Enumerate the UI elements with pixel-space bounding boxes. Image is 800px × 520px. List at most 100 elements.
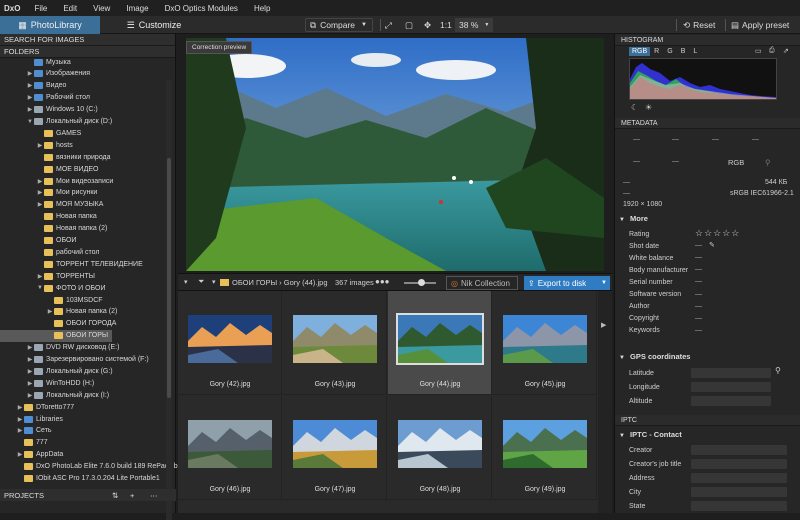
tab-photolibrary[interactable]: ▦ PhotoLibrary: [0, 16, 100, 34]
zoom-level-select[interactable]: 38 % ▼: [455, 18, 493, 32]
tree-row[interactable]: ▶ hosts: [0, 139, 73, 151]
chevron-right-icon[interactable]: ▶: [26, 344, 34, 351]
tree-row[interactable]: ▶ AppData: [0, 449, 63, 461]
chevron-right-icon[interactable]: ▶: [26, 368, 34, 375]
chevron-right-icon[interactable]: ▶: [36, 189, 44, 196]
chevron-down-icon[interactable]: ▼: [36, 285, 44, 291]
thumbnail-cell[interactable]: Gory (47).jpg: [283, 396, 387, 500]
tree-row[interactable]: ▶ Локальный диск (I:): [0, 389, 109, 401]
tree-row[interactable]: Новая папка: [0, 211, 97, 223]
thumbnail-image[interactable]: [396, 313, 484, 365]
more-options-icon[interactable]: ●●●: [375, 277, 390, 286]
more-section-toggle[interactable]: ▼ More: [619, 214, 648, 223]
tree-row[interactable]: вязники природа: [0, 151, 111, 163]
tree-row[interactable]: ▶ ТОРРЕНТЫ: [0, 270, 95, 282]
monitor-icon[interactable]: ▭: [755, 47, 762, 55]
iptc-input[interactable]: [691, 473, 787, 483]
share-icon[interactable]: ⇗: [783, 47, 789, 55]
collapse-chevron-icon[interactable]: ▾: [184, 278, 188, 286]
thumbnail-cell[interactable]: Gory (48).jpg: [388, 396, 492, 500]
thumbnail-cell[interactable]: Gory (45).jpg: [493, 291, 597, 395]
chevron-right-icon[interactable]: ▶: [26, 106, 34, 113]
tree-row[interactable]: рабочий стол: [0, 246, 99, 258]
zoom-1-1-button[interactable]: 1:1: [440, 18, 452, 32]
chevron-right-icon[interactable]: ▶: [26, 356, 34, 363]
folder-tree-scrollbar[interactable]: [166, 80, 172, 520]
tab-customize[interactable]: ☰ Customize: [104, 16, 204, 34]
chevron-right-icon[interactable]: ▶: [36, 142, 44, 149]
tree-row[interactable]: ▶ WinToHDD (H:): [0, 377, 94, 389]
tree-row[interactable]: ▶ Libraries: [0, 413, 63, 425]
thumbnail-cell[interactable]: Gory (46).jpg: [178, 396, 282, 500]
thumbnail-size-slider[interactable]: [404, 279, 436, 286]
gps-input[interactable]: [691, 368, 771, 378]
shadow-clipping-icon[interactable]: ☾: [631, 103, 638, 112]
chevron-right-icon[interactable]: ▶: [26, 70, 34, 77]
thumbnail-image[interactable]: [293, 315, 377, 363]
location-pin-icon[interactable]: ⚲: [775, 366, 781, 375]
channel-r[interactable]: R: [650, 47, 663, 56]
menu-view[interactable]: View: [85, 4, 118, 13]
tree-row[interactable]: 777: [0, 437, 48, 449]
export-options-dropdown[interactable]: ▼: [598, 276, 610, 290]
rating-stars[interactable]: ☆☆☆☆☆: [695, 228, 740, 239]
reset-button[interactable]: ⟲ Reset: [683, 18, 715, 32]
chevron-right-icon[interactable]: ▶: [26, 94, 34, 101]
projects-header[interactable]: PROJECTS ⇅ + ⋯: [0, 489, 176, 501]
tree-row[interactable]: Музыка: [0, 56, 71, 68]
thumbnail-image[interactable]: [188, 420, 272, 468]
thumbnail-image[interactable]: [293, 420, 377, 468]
thumbnail-grid-scrollbar[interactable]: ▶: [598, 291, 612, 513]
compare-button[interactable]: ⧉ Compare ▼: [305, 18, 373, 32]
chevron-right-icon[interactable]: ▶: [46, 308, 54, 315]
menu-edit[interactable]: Edit: [55, 4, 85, 13]
channel-rgb[interactable]: RGB: [629, 47, 651, 56]
export-to-disk-button[interactable]: ⇪ Export to disk: [524, 276, 598, 290]
menu-help[interactable]: Help: [246, 4, 278, 13]
tree-row[interactable]: ОБОИ: [0, 235, 76, 247]
iptc-input[interactable]: [691, 445, 787, 455]
tree-row[interactable]: ▶ Изображения: [0, 68, 90, 80]
tree-row[interactable]: ▶ Windows 10 (C:): [0, 104, 98, 116]
sort-icon[interactable]: ⇅: [112, 491, 118, 500]
scroll-right-arrow-icon[interactable]: ▶: [601, 321, 606, 329]
gps-section-toggle[interactable]: ▼ GPS coordinates: [619, 352, 690, 361]
menu-image[interactable]: Image: [118, 4, 156, 13]
chevron-right-icon[interactable]: ▶: [36, 178, 44, 185]
tree-row[interactable]: ОБОИ ГОРОДА: [0, 318, 116, 330]
iptc-contact-toggle[interactable]: ▼ IPTC - Contact: [619, 430, 682, 439]
slider-handle[interactable]: [418, 279, 425, 286]
chevron-right-icon[interactable]: ▶: [16, 416, 24, 423]
tree-row[interactable]: Новая папка (2): [0, 223, 107, 235]
chevron-right-icon[interactable]: ▶: [36, 201, 44, 208]
tree-row[interactable]: IObit ASC Pro 17.3.0.204 Lite Portable1: [0, 473, 160, 485]
thumbnail-cell[interactable]: Gory (49).jpg: [493, 396, 597, 500]
tree-row[interactable]: DxO PhotoLab Elite 7.6.0 build 189 RePac…: [0, 461, 178, 473]
tree-row[interactable]: ▶ Мои рисунки: [0, 187, 97, 199]
iptc-header[interactable]: IPTC: [615, 415, 800, 426]
iptc-input[interactable]: [691, 487, 787, 497]
chevron-right-icon[interactable]: ▶: [26, 392, 34, 399]
print-icon[interactable]: ⎙: [769, 47, 775, 55]
thumbnail-cell[interactable]: Gory (42).jpg: [178, 291, 282, 395]
highlight-clipping-icon[interactable]: ☀: [645, 103, 652, 112]
iptc-input[interactable]: [691, 459, 787, 469]
more-options-icon[interactable]: ⋯: [150, 491, 158, 500]
channel-l[interactable]: L: [689, 47, 701, 56]
iptc-input[interactable]: [691, 501, 787, 511]
chevron-right-icon[interactable]: ▶: [16, 404, 24, 411]
thumbnail-image[interactable]: [503, 315, 587, 363]
gps-input[interactable]: [691, 382, 771, 392]
tree-row[interactable]: ▶ Сеть: [0, 425, 52, 437]
nik-collection-button[interactable]: ◎ Nik Collection: [446, 276, 518, 290]
gps-input[interactable]: [691, 396, 771, 406]
tree-row[interactable]: ▶ Мои видеозаписи: [0, 175, 113, 187]
tree-row[interactable]: ▶ Новая папка (2): [0, 306, 117, 318]
edit-date-icon[interactable]: ✎: [709, 241, 715, 249]
tree-row[interactable]: МОЕ ВИДЕО: [0, 163, 98, 175]
filter-icon[interactable]: ⏷: [198, 277, 204, 287]
tree-row[interactable]: GAMES: [0, 127, 81, 139]
chevron-right-icon[interactable]: ▶: [36, 273, 44, 280]
add-project-icon[interactable]: +: [130, 491, 134, 500]
histogram-header[interactable]: HISTOGRAM: [615, 35, 800, 46]
